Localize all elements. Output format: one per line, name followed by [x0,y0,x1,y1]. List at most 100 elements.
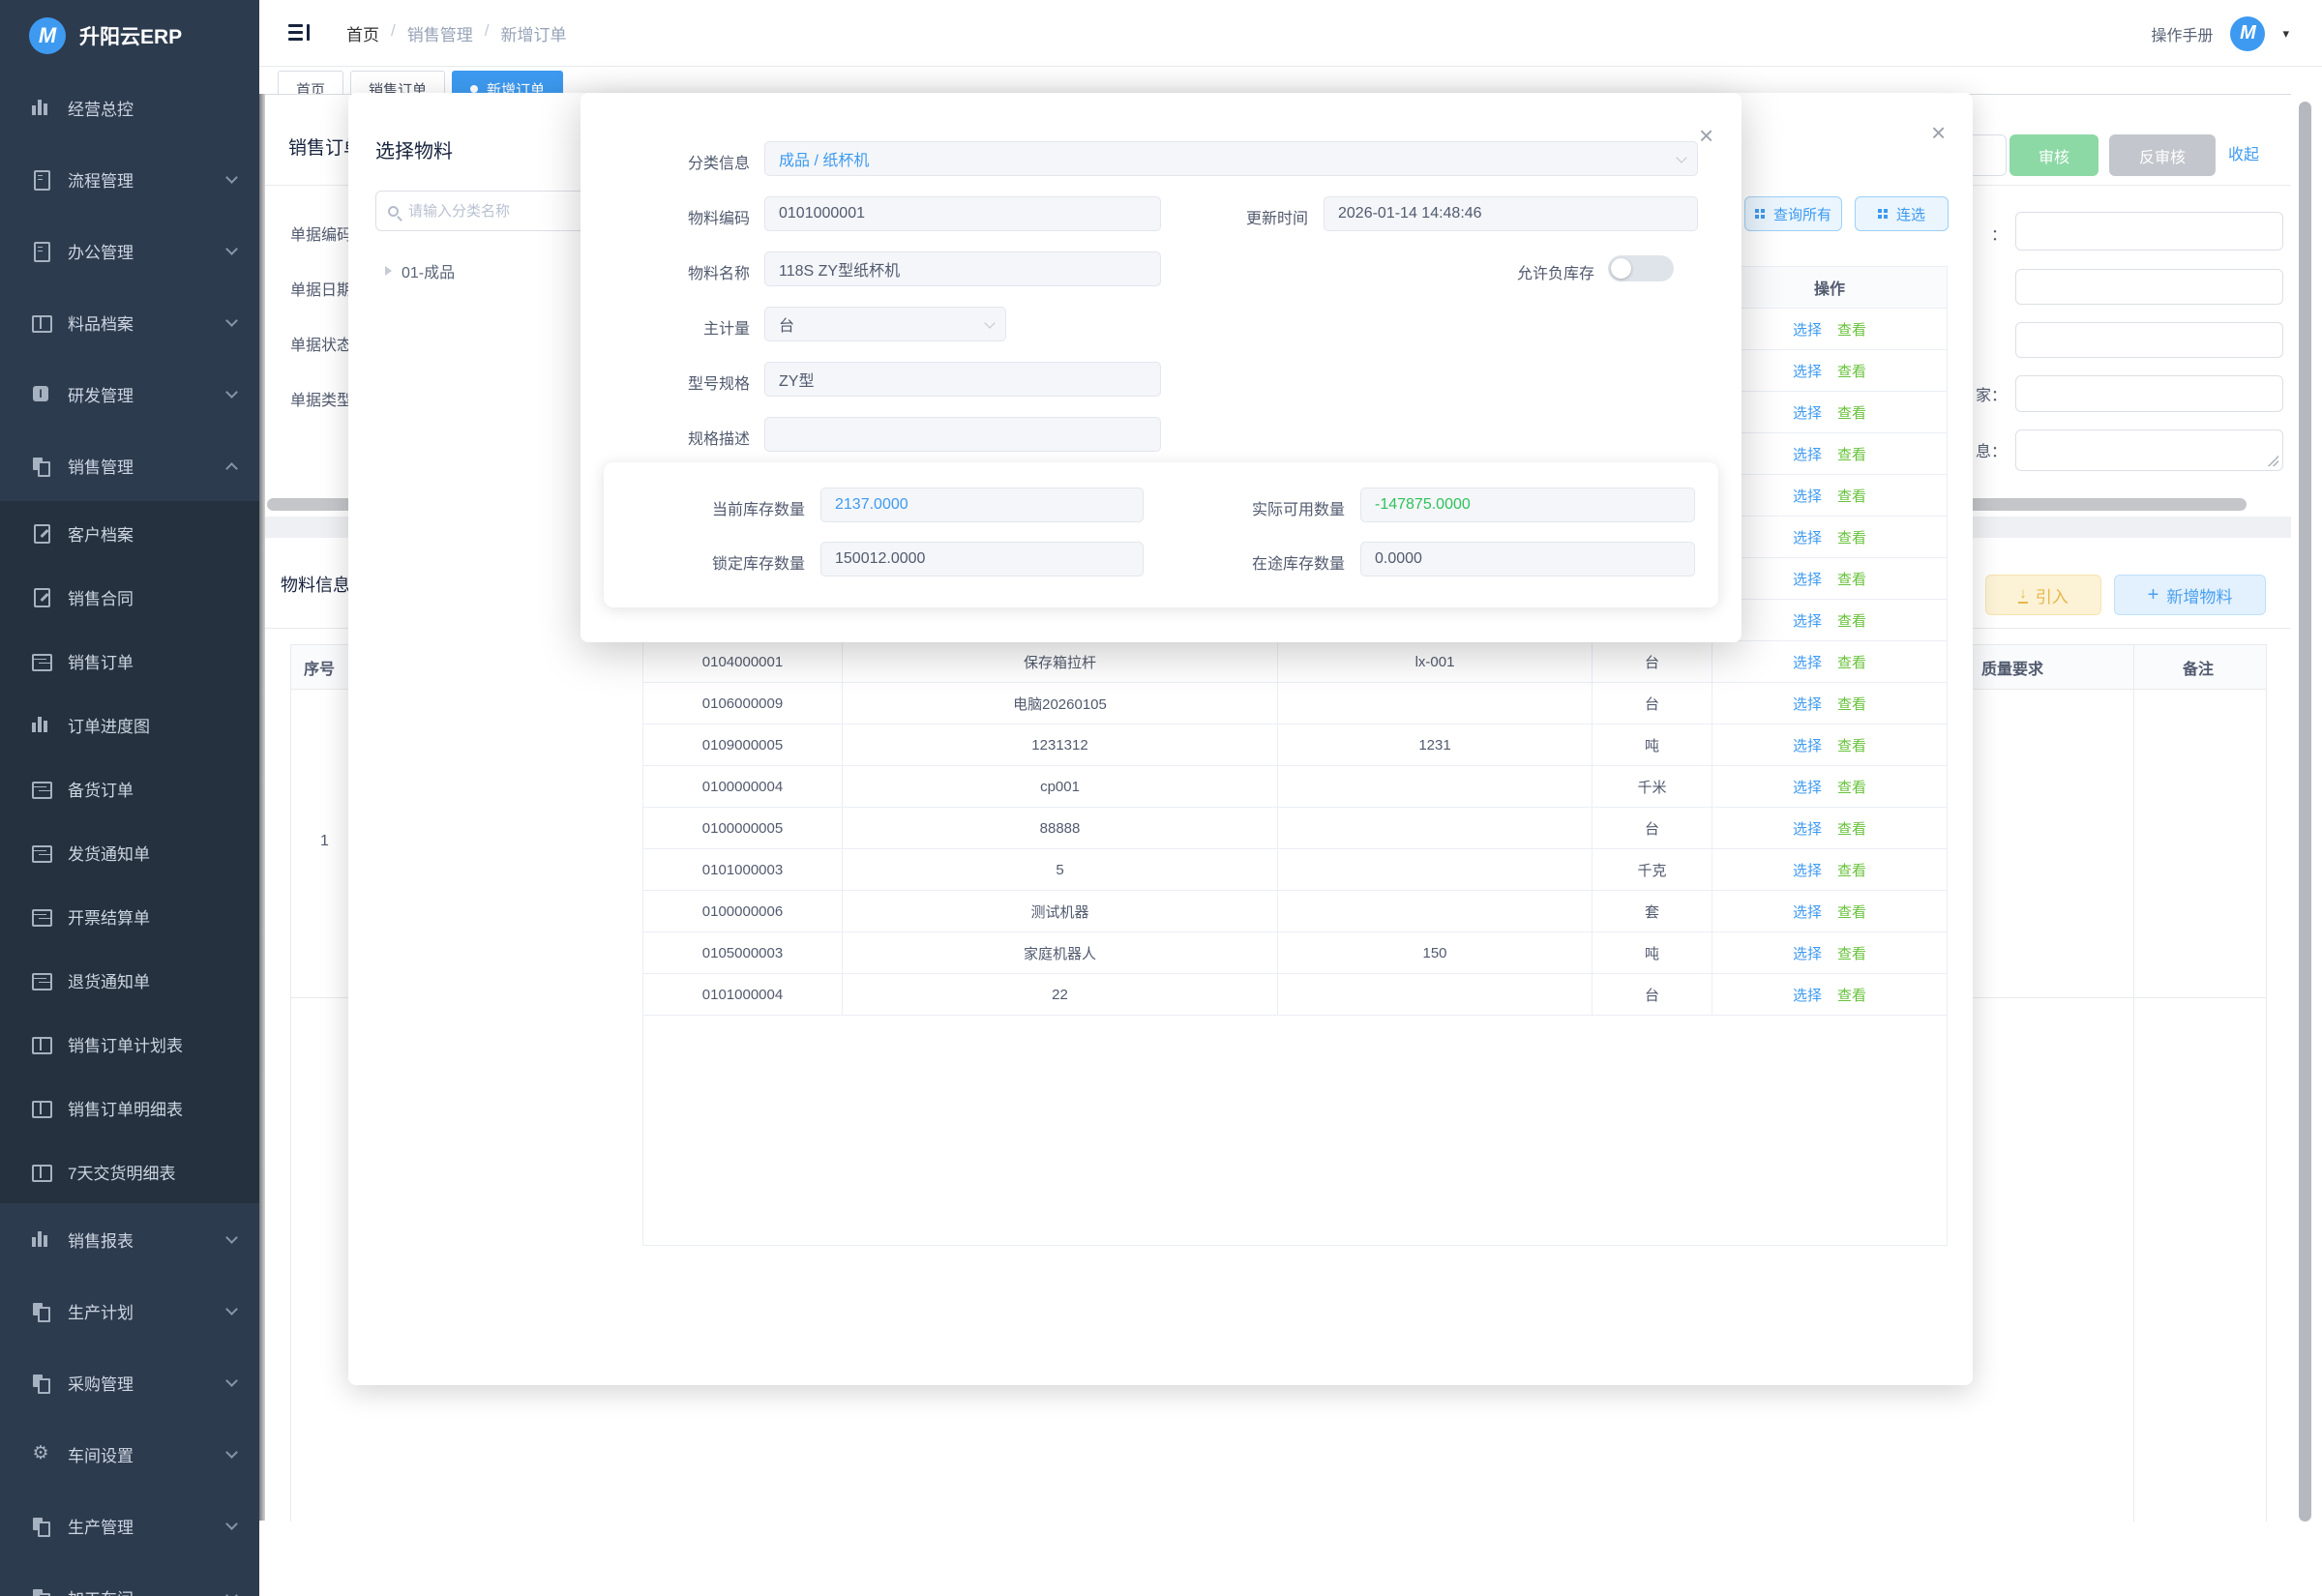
sidebar-item-customers[interactable]: 客户档案 [0,501,259,565]
sidebar-item-production-mgmt[interactable]: 生产管理 [0,1490,259,1561]
manual-link[interactable]: 操作手册 [2151,22,2213,45]
select-link[interactable]: 选择 [1793,860,1822,880]
right-form-input-4[interactable] [2015,375,2283,412]
vertical-scrollbar[interactable] [2299,102,2311,1522]
select-link[interactable]: 选择 [1793,901,1822,922]
view-link[interactable]: 查看 [1837,777,1866,797]
view-link[interactable]: 查看 [1837,735,1866,755]
breadcrumb: 首页 / 销售管理 / 新增订单 [346,21,566,45]
select-link[interactable]: 选择 [1793,444,1822,464]
select-link[interactable]: 选择 [1793,818,1822,839]
sidebar-item-7day-delivery-report[interactable]: 7天交货明细表 [0,1139,259,1203]
multi-select-button[interactable]: 连选 [1855,196,1949,231]
sidebar-item-office[interactable]: 办公管理 [0,215,259,286]
view-link[interactable]: 查看 [1837,319,1866,340]
sidebar-item-rnd[interactable]: 研发管理 [0,358,259,429]
right-form-input-1[interactable] [2015,212,2283,251]
view-link[interactable]: 查看 [1837,361,1866,381]
sidebar-item-production-plan[interactable]: 生产计划 [0,1275,259,1346]
sidebar-item-materials[interactable]: 料品档案 [0,286,259,358]
add-material-button[interactable]: +新增物料 [2114,575,2266,615]
view-link[interactable]: 查看 [1837,860,1866,880]
view-link[interactable]: 查看 [1837,402,1866,423]
select-link[interactable]: 选择 [1793,943,1822,963]
view-link[interactable]: 查看 [1837,610,1866,631]
table-empty-area [642,1016,1948,1246]
view-link[interactable]: 查看 [1837,985,1866,1005]
select-link[interactable]: 选择 [1793,777,1822,797]
view-link[interactable]: 查看 [1837,818,1866,839]
sidebar-item-order-detail-report[interactable]: 销售订单明细表 [0,1076,259,1139]
sidebar-item-order-progress[interactable]: 订单进度图 [0,693,259,756]
sidebar-item-workshop-settings[interactable]: ⚙车间设置 [0,1418,259,1490]
model-field[interactable]: ZY型 [764,362,1161,397]
approve-button[interactable]: 审核 [2009,134,2099,176]
view-link[interactable]: 查看 [1837,569,1866,589]
select-link[interactable]: 选择 [1793,985,1822,1005]
select-link[interactable]: 选择 [1793,402,1822,423]
import-button[interactable]: ↓引入 [1985,575,2101,615]
right-form-input-3[interactable] [2015,322,2283,358]
tree-node-finished-goods[interactable]: 01-成品 [385,259,455,282]
table-row: 0105000003家庭机器人150吨选择查看 [642,932,1948,974]
select-link[interactable]: 选择 [1793,610,1822,631]
sidebar-item-sales[interactable]: 销售管理 [0,429,259,501]
view-link[interactable]: 查看 [1837,943,1866,963]
spec-field[interactable] [764,417,1161,452]
sidebar-item-contracts[interactable]: 销售合同 [0,565,259,629]
name-field[interactable]: 118S ZY型纸杯机 [764,251,1161,286]
category-select[interactable]: 成品 / 纸杯机 [764,141,1698,176]
sidebar-item-invoice-settlement[interactable]: 开票结算单 [0,884,259,948]
right-form-input-2[interactable] [2015,269,2283,305]
query-all-button[interactable]: 查询所有 [1744,196,1842,231]
unit-select[interactable]: 台 [764,307,1006,341]
view-link[interactable]: 查看 [1837,652,1866,672]
sidebar-item-process[interactable]: 流程管理 [0,143,259,215]
select-link[interactable]: 选择 [1793,319,1822,340]
available-stock-field[interactable]: -147875.0000 [1360,488,1695,522]
remark-textarea[interactable] [2015,429,2283,471]
book-icon [31,312,50,332]
view-link[interactable]: 查看 [1837,527,1866,547]
view-link[interactable]: 查看 [1837,694,1866,714]
select-link[interactable]: 选择 [1793,694,1822,714]
unapprove-button[interactable]: 反审核 [2109,134,2216,176]
locked-stock-field[interactable]: 150012.0000 [820,542,1144,576]
dialog-close-icon[interactable]: × [1699,126,1713,145]
select-link[interactable]: 选择 [1793,361,1822,381]
transit-stock-field[interactable]: 0.0000 [1360,542,1695,576]
breadcrumb-sales[interactable]: 销售管理 [407,21,473,45]
sidebar-item-purchasing[interactable]: 采购管理 [0,1346,259,1418]
select-link[interactable]: 选择 [1793,486,1822,506]
select-link[interactable]: 选择 [1793,527,1822,547]
tree-caret-icon[interactable] [385,266,392,276]
locked-stock-label: 锁定库存数量 [640,550,805,574]
sidebar-item-return-notice[interactable]: 退货通知单 [0,948,259,1012]
view-link[interactable]: 查看 [1837,901,1866,922]
select-link[interactable]: 选择 [1793,735,1822,755]
avatar[interactable]: M [2230,16,2265,51]
modal-close-icon[interactable]: × [1931,123,1946,142]
breadcrumb-home[interactable]: 首页 [346,21,379,45]
sidebar-item-processing-workshop[interactable]: 加工车间 [0,1561,259,1596]
view-link[interactable]: 查看 [1837,444,1866,464]
user-menu-caret-icon[interactable]: ▾ [2282,26,2289,42]
sidebar-item-sales-orders[interactable]: 销售订单 [0,629,259,693]
sidebar-item-sales-reports[interactable]: 销售报表 [0,1203,259,1275]
sidebar-item-shipping-notice[interactable]: 发货通知单 [0,820,259,884]
resize-grip-icon[interactable] [2268,456,2278,466]
sidebar-item-stock-orders[interactable]: 备货订单 [0,756,259,820]
select-link[interactable]: 选择 [1793,652,1822,672]
sidebar: M 升阳云ERP 经营总控 流程管理 办公管理 料品档案 研发管理 销售管理 客… [0,0,259,1596]
current-stock-field[interactable]: 2137.0000 [820,488,1144,522]
sidebar-item-dashboard[interactable]: 经营总控 [0,72,259,143]
allow-negative-toggle[interactable] [1608,255,1674,281]
code-field[interactable]: 0101000001 [764,196,1161,231]
collapse-link[interactable]: 收起 [2228,141,2259,164]
sidebar-collapse-icon[interactable] [288,23,312,43]
view-link[interactable]: 查看 [1837,486,1866,506]
sidebar-item-order-plan-report[interactable]: 销售订单计划表 [0,1012,259,1076]
updated-field[interactable]: 2026-01-14 14:48:46 [1324,196,1698,231]
breadcrumb-new-order[interactable]: 新增订单 [500,21,566,45]
select-link[interactable]: 选择 [1793,569,1822,589]
